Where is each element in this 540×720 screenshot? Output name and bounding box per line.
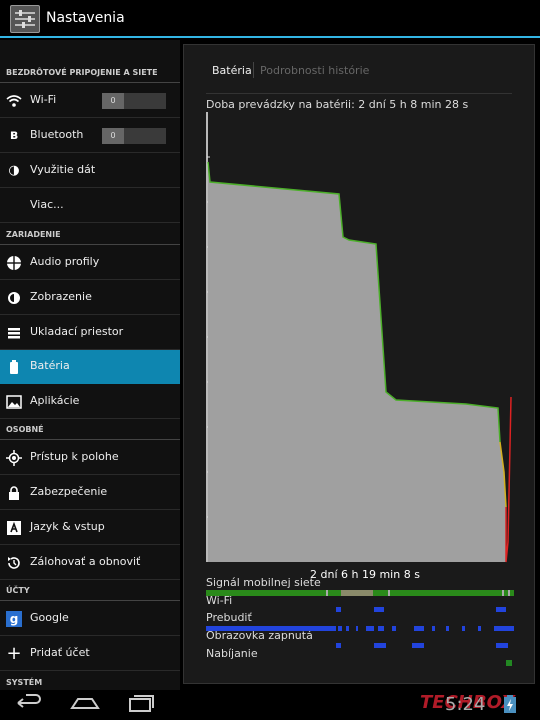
google-icon: g <box>6 611 22 627</box>
battery-uptime-text: Doba prevádzky na batérii: 2 dní 5 h 8 m… <box>206 98 469 111</box>
sidebar-item-security[interactable]: Zabezpečenie <box>0 476 180 510</box>
home-button[interactable] <box>70 696 100 710</box>
sidebar-item-battery[interactable]: Batéria <box>0 350 180 384</box>
sidebar-item-apps[interactable]: Aplikácie <box>0 385 180 419</box>
battery-level-graph <box>206 112 512 563</box>
sidebar-item-label: Prístup k polohe <box>30 450 119 463</box>
sidebar-item-label: Využitie dát <box>30 163 96 176</box>
sidebar-item-label: Jazyk & vstup <box>30 520 105 533</box>
apps-icon <box>6 394 22 410</box>
lock-icon <box>6 485 22 501</box>
section-header-accounts: ÚČTY <box>6 586 30 595</box>
bluetooth-toggle[interactable]: 0 <box>102 128 166 144</box>
sidebar-item-backup[interactable]: Zálohovať a obnoviť <box>0 546 180 580</box>
battery-status-icon <box>504 695 516 713</box>
divider <box>206 93 512 94</box>
tab-divider <box>253 62 254 78</box>
add-icon: + <box>6 643 22 664</box>
sliders-icon <box>15 10 35 28</box>
sidebar-item-language[interactable]: Jazyk & vstup <box>0 511 180 545</box>
sidebar-item-label: Audio profily <box>30 255 100 268</box>
sidebar-item-more[interactable]: Viac... <box>0 189 180 223</box>
audio-profiles-icon <box>6 255 22 271</box>
bluetooth-icon: ʙ <box>9 128 19 143</box>
sidebar-item-label: Zabezpečenie <box>30 485 108 498</box>
section-header-wireless: BEZDRÔTOVÉ PRIPOJENIE A SIETE <box>6 68 158 77</box>
sidebar-item-location[interactable]: Prístup k polohe <box>0 441 180 475</box>
toggle-state: 0 <box>102 93 124 109</box>
sidebar-item-label: Aplikácie <box>30 394 80 407</box>
language-icon <box>6 520 22 536</box>
tab-history-details[interactable]: Podrobnosti histórie <box>260 64 369 77</box>
page-title: Nastavenia <box>46 10 125 26</box>
settings-app-icon[interactable] <box>10 5 40 33</box>
settings-sidebar: BEZDRÔTOVÉ PRIPOJENIE A SIETE Wi-Fi 0 ʙ … <box>0 40 180 690</box>
sidebar-item-label: Viac... <box>30 198 64 211</box>
sidebar-item-label: Zobrazenie <box>30 290 92 303</box>
storage-icon <box>6 325 22 341</box>
section-header-system: SYSTÉM <box>6 678 43 687</box>
back-button[interactable] <box>14 693 42 713</box>
sidebar-item-label: Zálohovať a obnoviť <box>30 555 141 568</box>
sidebar-item-label: Bluetooth <box>30 128 84 141</box>
section-header-device: ZARIADENIE <box>6 230 61 239</box>
sidebar-item-bluetooth[interactable]: ʙ Bluetooth 0 <box>0 119 180 153</box>
wifi-icon <box>6 93 22 109</box>
recent-apps-button[interactable] <box>128 694 154 712</box>
data-usage-icon: ◑ <box>8 163 20 178</box>
location-icon <box>6 450 22 466</box>
sidebar-item-label: Batéria <box>30 359 70 372</box>
sidebar-item-label: Google <box>30 611 69 624</box>
wifi-toggle[interactable]: 0 <box>102 93 166 109</box>
sidebar-item-label: Wi-Fi <box>30 93 57 106</box>
sidebar-item-display[interactable]: Zobrazenie <box>0 281 180 315</box>
history-tracks <box>206 590 514 666</box>
sidebar-item-add-account[interactable]: + Pridať účet <box>0 637 180 671</box>
sidebar-item-storage[interactable]: Ukladací priestor <box>0 316 180 350</box>
battery-icon <box>6 359 22 375</box>
sidebar-item-google[interactable]: g Google <box>0 602 180 636</box>
sidebar-item-data-usage[interactable]: ◑ Využitie dát <box>0 154 180 188</box>
section-header-personal: OSOBNÉ <box>6 425 44 434</box>
backup-icon <box>6 555 22 571</box>
sidebar-item-audio-profiles[interactable]: Audio profily <box>0 246 180 280</box>
sidebar-item-label: Pridať účet <box>30 646 90 659</box>
status-clock: 5:24 <box>445 694 486 715</box>
history-duration: 2 dní 6 h 19 min 8 s <box>310 568 420 581</box>
tab-battery[interactable]: Batéria <box>212 64 252 77</box>
sidebar-item-label: Ukladací priestor <box>30 325 124 338</box>
display-icon <box>6 290 22 306</box>
sidebar-item-wifi[interactable]: Wi-Fi 0 <box>0 84 180 118</box>
toggle-state: 0 <box>102 128 124 144</box>
